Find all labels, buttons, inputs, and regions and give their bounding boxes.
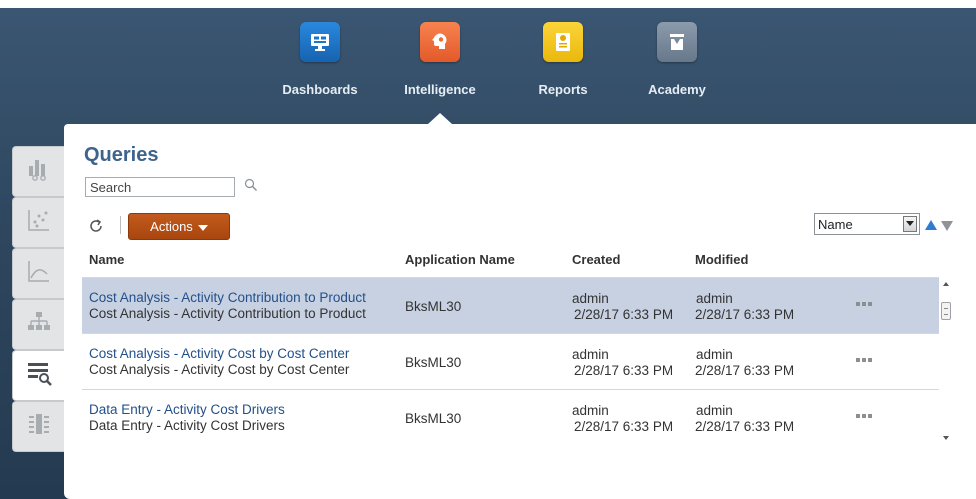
created-date: 2/28/17 6:33 PM	[574, 307, 674, 322]
query-description: Cost Analysis - Activity Contribution to…	[89, 306, 366, 321]
query-name-link[interactable]: Data Entry - Activity Cost Drivers	[89, 402, 285, 418]
application-name: BksML30	[405, 355, 462, 370]
actions-label: Actions	[150, 219, 193, 234]
sort-select-value: Name	[818, 216, 853, 232]
modified-by: admin	[696, 347, 733, 362]
curve-chart-icon	[26, 258, 52, 289]
report-icon	[543, 22, 583, 62]
query-description: Data Entry - Activity Cost Drivers	[89, 418, 285, 433]
toolbar-divider	[120, 216, 121, 234]
queries-panel: Queries Actions Name Name Application Na…	[64, 124, 976, 499]
caret-down-icon	[197, 224, 208, 231]
sidebar-tabs	[12, 146, 65, 452]
nav-academy-label: Academy	[648, 82, 706, 97]
academy-icon	[657, 22, 697, 62]
table-row[interactable]: Cost Analysis - Activity Contribution to…	[82, 278, 939, 334]
created-date: 2/28/17 6:33 PM	[574, 419, 674, 434]
modified-by: admin	[696, 291, 733, 306]
modified-date: 2/28/17 6:33 PM	[695, 363, 795, 378]
created-by: admin	[572, 347, 609, 362]
application-name: BksML30	[405, 411, 462, 426]
scatter-plot-icon	[26, 207, 52, 238]
column-header-modified[interactable]: Modified	[695, 252, 748, 267]
scroll-up-arrow-icon[interactable]	[943, 282, 949, 286]
sidebar-tab-queries[interactable]	[12, 350, 65, 401]
column-header-created[interactable]: Created	[572, 252, 620, 267]
sort-ascending-icon[interactable]	[925, 220, 937, 230]
search-input[interactable]	[85, 177, 235, 197]
created-by: admin	[572, 403, 609, 418]
query-description: Cost Analysis - Activity Cost by Cost Ce…	[89, 362, 350, 377]
query-name-link[interactable]: Cost Analysis - Activity Contribution to…	[89, 290, 366, 306]
sort-select[interactable]: Name	[814, 213, 920, 235]
nav-academy[interactable]: Academy	[627, 22, 727, 97]
dashboard-icon	[300, 22, 340, 62]
table-scrollbar[interactable]	[940, 278, 952, 444]
modified-by: admin	[696, 403, 733, 418]
sidebar-tab-curve[interactable]	[12, 248, 65, 299]
created-date: 2/28/17 6:33 PM	[574, 363, 674, 378]
sidebar-tab-bar-chart[interactable]	[12, 146, 65, 197]
column-header-application[interactable]: Application Name	[405, 252, 515, 267]
active-nav-pointer	[428, 113, 452, 124]
filter-matrix-icon	[26, 411, 52, 442]
application-name: BksML30	[405, 299, 462, 314]
bar-chart-icon	[26, 156, 52, 187]
query-name-link[interactable]: Cost Analysis - Activity Cost by Cost Ce…	[89, 346, 349, 362]
actions-button[interactable]: Actions	[128, 213, 230, 240]
nav-dashboards[interactable]: Dashboards	[270, 22, 370, 97]
more-options-icon[interactable]	[856, 414, 872, 420]
hierarchy-icon	[26, 309, 52, 340]
query-list-icon	[25, 359, 53, 392]
created-by: admin	[572, 291, 609, 306]
scroll-down-arrow-icon[interactable]	[943, 436, 949, 440]
more-options-icon[interactable]	[856, 358, 872, 364]
nav-reports-label: Reports	[538, 82, 588, 97]
brain-icon	[420, 22, 460, 62]
column-header-name[interactable]: Name	[89, 252, 124, 267]
top-navigation: Dashboards Intelligence Reports Academy	[0, 8, 976, 123]
sidebar-tab-matrix[interactable]	[12, 401, 65, 452]
table-row[interactable]: Data Entry - Activity Cost Drivers Data …	[82, 390, 939, 446]
sidebar-tab-hierarchy[interactable]	[12, 299, 65, 350]
sidebar-tab-scatter[interactable]	[12, 197, 65, 248]
refresh-icon[interactable]	[88, 218, 104, 239]
nav-intelligence[interactable]: Intelligence	[390, 22, 490, 97]
more-options-icon[interactable]	[856, 302, 872, 308]
nav-intelligence-label: Intelligence	[404, 82, 476, 97]
search-icon[interactable]	[244, 178, 258, 197]
modified-date: 2/28/17 6:33 PM	[695, 419, 795, 434]
table-row[interactable]: Cost Analysis - Activity Cost by Cost Ce…	[82, 334, 939, 390]
page-title: Queries	[84, 144, 159, 166]
sort-descending-icon[interactable]	[941, 221, 953, 231]
scrollbar-thumb[interactable]	[941, 302, 951, 320]
modified-date: 2/28/17 6:33 PM	[695, 307, 795, 322]
nav-reports[interactable]: Reports	[513, 22, 613, 97]
dropdown-arrow-icon	[903, 216, 917, 232]
nav-dashboards-label: Dashboards	[282, 82, 358, 97]
